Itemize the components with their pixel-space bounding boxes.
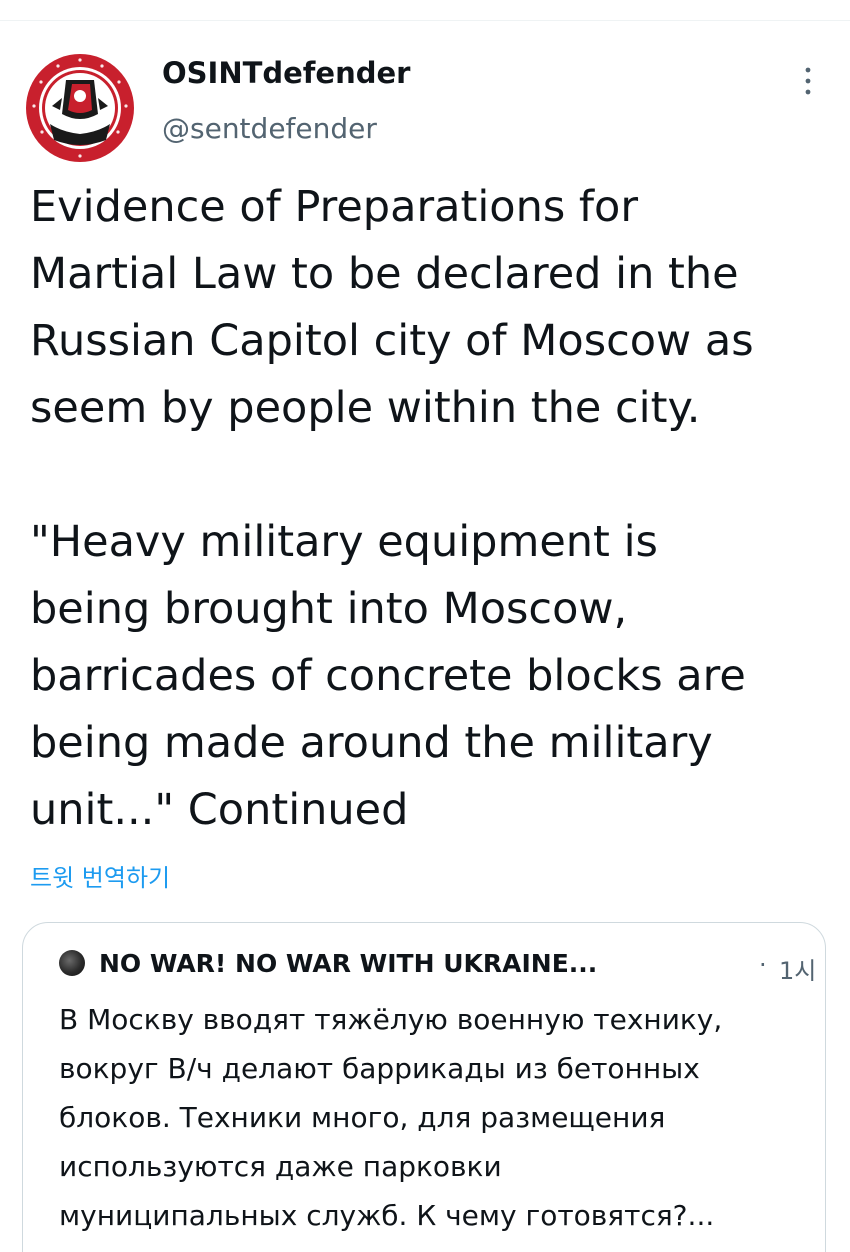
author-avatar[interactable]	[22, 50, 138, 166]
top-divider	[0, 20, 850, 21]
tweet-text: Evidence of Preparations for Martial Law…	[30, 182, 754, 835]
quote-author-name[interactable]: NO WAR! NO WAR WITH UKRAINE...	[99, 949, 597, 978]
tweet-page: OSINTdefender @sentdefender Evidence of …	[0, 0, 850, 1252]
more-options-icon[interactable]	[798, 62, 818, 102]
quote-meta-separator: ·	[759, 951, 767, 979]
quote-timestamp[interactable]: 1시	[779, 951, 816, 986]
translate-tweet-link[interactable]: 트윗 번역하기	[30, 858, 170, 893]
quote-author-avatar[interactable]	[59, 950, 85, 976]
quote-text: В Москву вводят тяжёлую военную технику,…	[59, 1003, 723, 1232]
quoted-tweet-card[interactable]: NO WAR! NO WAR WITH UKRAINE... · 1시 В Мо…	[22, 922, 826, 1252]
author-display-name[interactable]: OSINTdefender	[162, 56, 410, 90]
author-handle[interactable]: @sentdefender	[162, 112, 377, 145]
osintdefender-logo-icon	[24, 52, 136, 164]
